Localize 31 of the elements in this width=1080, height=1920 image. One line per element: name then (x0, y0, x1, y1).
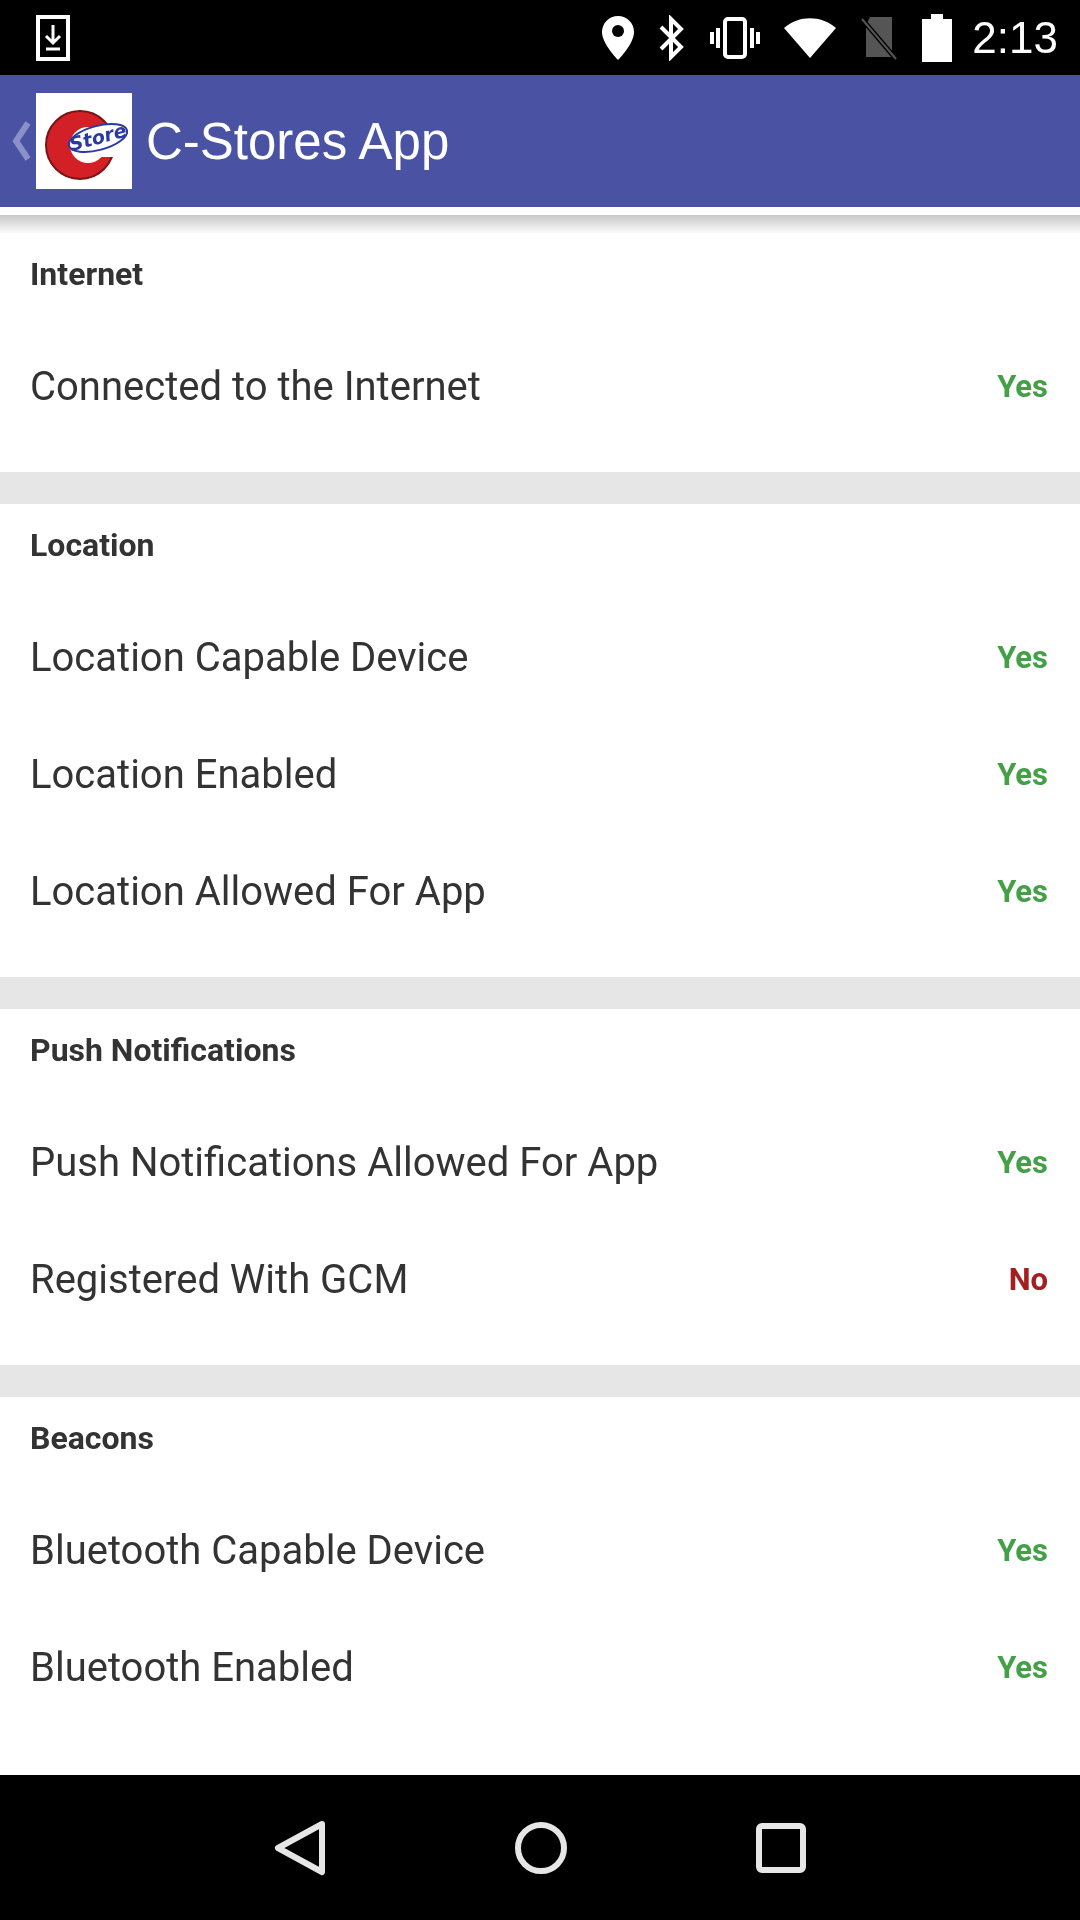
back-icon[interactable] (274, 1819, 326, 1876)
setting-value: Yes (997, 1144, 1048, 1181)
home-icon[interactable] (514, 1820, 568, 1875)
setting-value: Yes (997, 368, 1048, 405)
setting-label: Bluetooth Enabled (30, 1644, 354, 1691)
section-header: Beacons (30, 1419, 154, 1457)
setting-label: Location Allowed For App (30, 868, 486, 915)
status-time: 2:13 (972, 12, 1058, 63)
section-header: Location (30, 526, 155, 564)
setting-label: Push Notifications Allowed For App (30, 1139, 659, 1186)
setting-value: Yes (997, 1649, 1048, 1686)
vibrate-icon (710, 15, 761, 60)
setting-value: Yes (997, 756, 1048, 793)
setting-label: Location Enabled (30, 751, 338, 798)
wifi-icon (784, 17, 837, 58)
setting-value: Yes (997, 873, 1048, 910)
section-header: Internet (30, 255, 144, 293)
setting-value: No (1008, 1261, 1048, 1298)
section-header: Push Notifications (30, 1031, 296, 1069)
setting-label: Connected to the Internet (30, 363, 481, 410)
download-notification-icon (36, 14, 70, 61)
setting-label: Registered With GCM (30, 1256, 409, 1303)
app-title: C-Stores App (146, 111, 450, 171)
location-icon (602, 15, 635, 60)
setting-label: Bluetooth Capable Device (30, 1527, 486, 1574)
no-sim-icon (860, 14, 899, 61)
setting-value: Yes (997, 1532, 1048, 1569)
setting-value: Yes (997, 639, 1048, 676)
battery-icon (922, 13, 953, 62)
recents-icon[interactable] (756, 1822, 806, 1873)
setting-label: Location Capable Device (30, 634, 469, 681)
